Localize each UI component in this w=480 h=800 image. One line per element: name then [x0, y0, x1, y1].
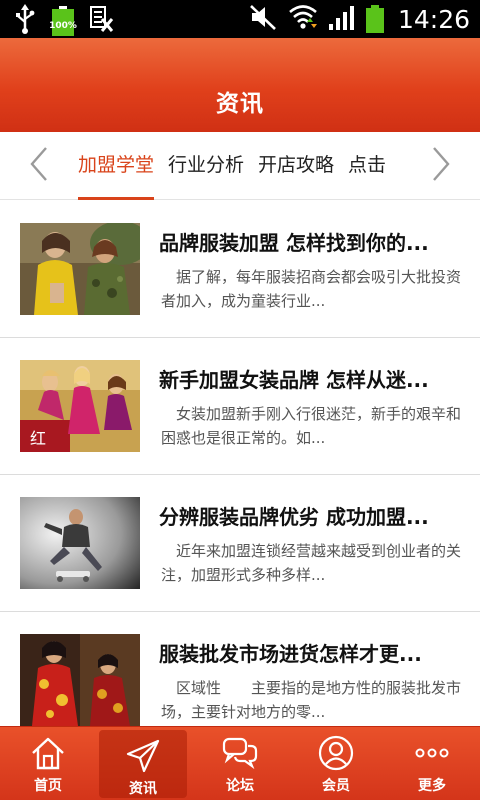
chat-bubbles-icon	[222, 737, 258, 770]
keyboard-icon	[90, 5, 114, 37]
category-tabs: 加盟学堂 行业分析 开店攻略 点击	[0, 132, 480, 200]
article-summary-text: 区域性 主要指的是地方性的服装批发市场，主要针对地方的零...	[161, 679, 462, 721]
article-thumbnail: 红	[20, 360, 140, 452]
chevron-right-icon	[433, 147, 450, 181]
tab-0[interactable]: 加盟学堂	[78, 132, 155, 200]
user-icon	[318, 735, 354, 771]
nav-label: 首页	[34, 778, 62, 794]
nav-forum[interactable]: 论坛	[192, 727, 288, 800]
article-thumbnail	[20, 223, 140, 315]
status-bar-right: 14:26	[248, 2, 470, 36]
article-title: 服装批发市场进货怎样才更...	[159, 642, 422, 666]
nav-label: 资讯	[129, 781, 157, 797]
article-summary: 女装加盟新手刚入行很迷茫，新手的艰辛和困惑也是很正常的。如...	[161, 402, 473, 450]
status-bar: 100% 14:26	[0, 0, 480, 38]
article-item[interactable]: 品牌服装加盟 怎样找到你的... 据了解，每年服装招商会都会吸引大批投资者加入，…	[0, 201, 480, 338]
article-item[interactable]: 分辨服装品牌优劣 成功加盟... 近年来加盟连锁经营越来越受到创业者的关注，加盟…	[0, 475, 480, 612]
chevron-left-icon	[30, 147, 47, 181]
tabs-scroll-left-button[interactable]	[24, 146, 54, 182]
svg-text:红: 红	[30, 429, 46, 448]
article-title: 分辨服装品牌优劣 成功加盟...	[159, 505, 429, 529]
article-thumbnail	[20, 497, 140, 589]
nav-label: 会员	[322, 778, 350, 794]
signal-icon	[328, 3, 356, 35]
article-item[interactable]: 红 新手加盟女装品牌 怎样从迷... 女装加盟新手刚入行很迷茫，新手的艰辛和困惑…	[0, 338, 480, 475]
battery-percent-label: 100%	[49, 21, 77, 31]
article-item[interactable]: 服装批发市场进货怎样才更... 区域性 主要指的是地方性的服装批发市场，主要针对…	[0, 612, 480, 726]
article-summary-text: 女装加盟新手刚入行很迷茫，新手的艰辛和困惑也是很正常的。如...	[161, 405, 462, 447]
battery-icon	[365, 5, 384, 33]
mute-icon	[248, 2, 278, 36]
article-summary-text: 近年来加盟连锁经营越来越受到创业者的关注，加盟形式多种多样...	[161, 542, 462, 584]
status-time: 14:26	[397, 4, 470, 34]
more-dots-icon	[415, 748, 449, 758]
tab-strip: 加盟学堂 行业分析 开店攻略 点击	[68, 132, 412, 200]
paper-plane-icon	[126, 739, 160, 773]
tabs-scroll-right-button[interactable]	[426, 146, 456, 182]
nav-news[interactable]: 资讯	[99, 730, 187, 798]
tab-1[interactable]: 行业分析	[168, 132, 244, 200]
tab-2[interactable]: 开店攻略	[258, 132, 334, 200]
article-list: 品牌服装加盟 怎样找到你的... 据了解，每年服装招商会都会吸引大批投资者加入，…	[0, 201, 480, 726]
bottom-nav: 首页 资讯 论坛 会员 更多	[0, 726, 480, 800]
nav-label: 更多	[418, 778, 446, 794]
nav-member[interactable]: 会员	[288, 727, 384, 800]
usb-icon	[14, 4, 36, 38]
article-summary: 近年来加盟连锁经营越来越受到创业者的关注，加盟形式多种多样...	[161, 539, 473, 587]
status-bar-left: 100%	[14, 4, 114, 38]
nav-more[interactable]: 更多	[384, 727, 480, 800]
wifi-icon	[288, 2, 318, 36]
app-header: 资讯	[0, 38, 480, 132]
article-thumbnail	[20, 634, 140, 726]
tab-3[interactable]: 点击	[348, 132, 386, 200]
article-title: 品牌服装加盟 怎样找到你的...	[159, 231, 429, 255]
article-title: 新手加盟女装品牌 怎样从迷...	[159, 368, 429, 392]
page-title: 资讯	[216, 91, 264, 117]
nav-home[interactable]: 首页	[0, 727, 96, 800]
home-icon	[32, 737, 64, 770]
article-summary-text: 据了解，每年服装招商会都会吸引大批投资者加入，成为童装行业...	[161, 268, 462, 310]
battery-charging-icon: 100%	[49, 6, 77, 36]
nav-label: 论坛	[226, 778, 254, 794]
article-summary: 据了解，每年服装招商会都会吸引大批投资者加入，成为童装行业...	[161, 265, 473, 313]
article-summary: 区域性 主要指的是地方性的服装批发市场，主要针对地方的零...	[161, 676, 473, 724]
